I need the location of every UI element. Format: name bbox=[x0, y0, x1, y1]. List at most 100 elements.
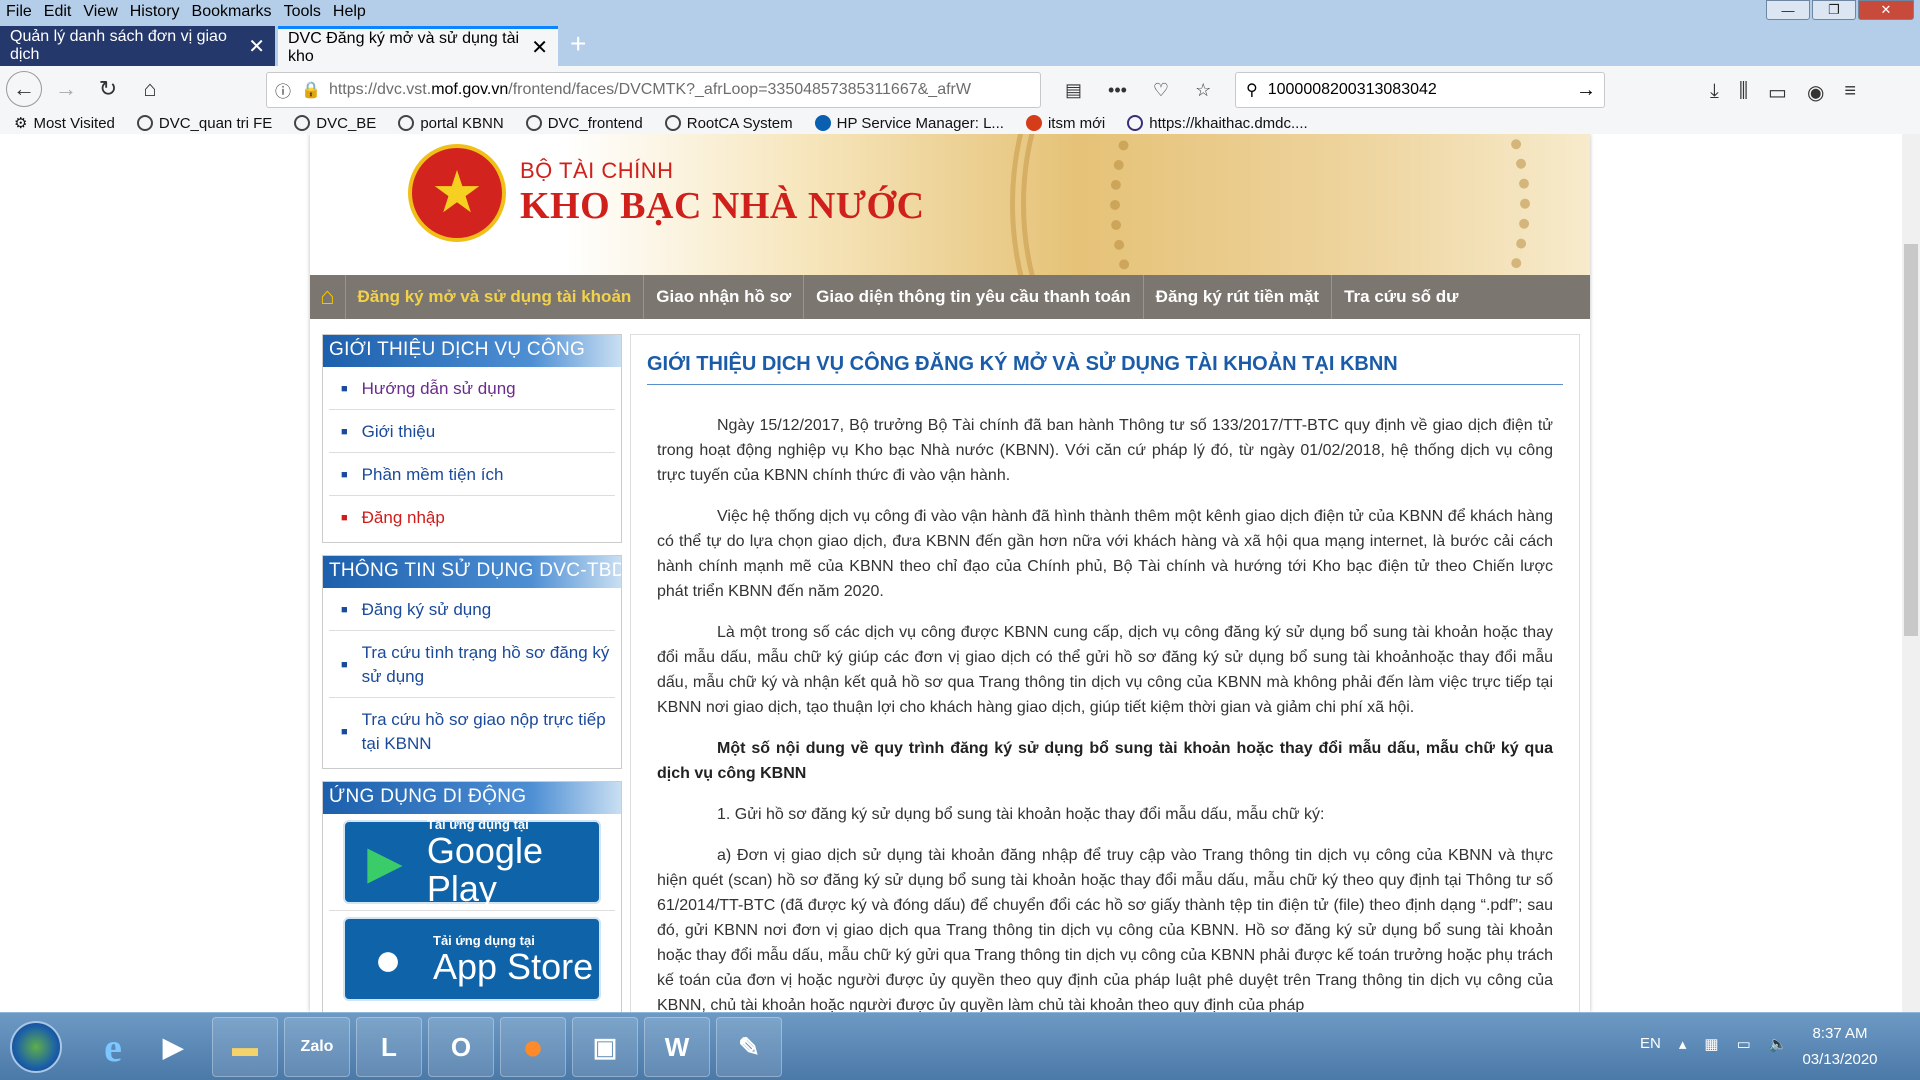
page-actions-icon[interactable]: ••• bbox=[1108, 80, 1127, 101]
bookmark-item[interactable]: DVC_BE bbox=[294, 115, 376, 132]
remote-desktop-icon[interactable]: ▣ bbox=[572, 1017, 638, 1077]
pocket-icon[interactable]: ♡ bbox=[1153, 80, 1169, 101]
sidebar-link-status-lookup[interactable]: ■ Tra cứu tình trạng hồ sơ đăng ký sử dụn… bbox=[329, 631, 615, 698]
lync-icon[interactable]: L bbox=[356, 1017, 422, 1077]
tray-expand-icon[interactable]: ▴ bbox=[1679, 1035, 1687, 1053]
page-viewport: ★ BỘ TÀI CHÍNH KHO BẠC NHÀ NƯỚC ⌂ Đăng k… bbox=[0, 134, 1902, 1012]
national-emblem-logo[interactable]: ★ bbox=[408, 144, 506, 242]
word-icon[interactable]: W bbox=[644, 1017, 710, 1077]
scrollbar-thumb[interactable] bbox=[1904, 244, 1918, 636]
paragraph: Việc hệ thống dịch vụ công đi vào vận hà… bbox=[657, 508, 1553, 600]
display-icon[interactable]: ▭ bbox=[1737, 1035, 1751, 1053]
app-store-button[interactable]: ● Tải ứng dụng tại App Store bbox=[343, 917, 601, 1001]
bookmark-item[interactable]: portal KBNN bbox=[398, 115, 504, 132]
menu-file[interactable]: File bbox=[6, 3, 32, 21]
hamburger-menu-icon[interactable]: ≡ bbox=[1844, 80, 1856, 105]
menu-bookmarks[interactable]: Bookmarks bbox=[192, 3, 272, 21]
paragraph: a) Đơn vị giao dịch sử dụng tài khoản đă… bbox=[657, 847, 1553, 1012]
nav-payment-request[interactable]: Giao diện thông tin yêu cầu thanh toán bbox=[803, 275, 1143, 319]
nav-receive-files[interactable]: Giao nhận hồ sơ bbox=[643, 275, 803, 319]
nav-balance-lookup[interactable]: Tra cứu số dư bbox=[1331, 275, 1470, 319]
sidebar-link-login[interactable]: ■ Đăng nhập bbox=[329, 496, 615, 538]
bullet-icon: ■ bbox=[341, 469, 348, 481]
tab-title: DVC Đăng ký mở và sử dụng tài kho bbox=[288, 29, 520, 65]
nav-register-account[interactable]: Đăng ký mở và sử dụng tài khoản bbox=[344, 275, 644, 319]
bookmark-label: DVC_BE bbox=[316, 114, 377, 132]
tab-manage-units[interactable]: Quản lý danh sách đơn vị giao dịch ✕ bbox=[0, 26, 275, 66]
sidebar-link-guide[interactable]: ■ Hướng dẫn sử dụng bbox=[329, 367, 615, 410]
bookmark-label: DVC_quan tri FE bbox=[158, 114, 273, 132]
bookmarks-toolbar: ⚙ Most Visited DVC_quan tri FE DVC_BE por… bbox=[0, 112, 1920, 134]
menu-edit[interactable]: Edit bbox=[44, 3, 72, 21]
vertical-scrollbar[interactable] bbox=[1902, 134, 1920, 1012]
ie-icon[interactable]: e bbox=[80, 1017, 146, 1077]
ministry-name: BỘ TÀI CHÍNH bbox=[520, 158, 674, 183]
back-arrow-icon[interactable]: ← bbox=[6, 71, 42, 107]
maximize-button[interactable]: ❐ bbox=[1812, 0, 1856, 20]
url-actions: ▤ ••• ♡ ☆ bbox=[1065, 80, 1237, 101]
forward-arrow-icon[interactable]: → bbox=[48, 71, 84, 107]
tab-dvc-active[interactable]: DVC Đăng ký mở và sử dụng tài kho ✕ bbox=[278, 26, 558, 66]
outlook-icon[interactable]: O bbox=[428, 1017, 494, 1077]
bookmark-item[interactable]: DVC_quan tri FE bbox=[136, 114, 273, 132]
bullet-icon: ■ bbox=[341, 426, 348, 438]
paint-icon[interactable]: ✎ bbox=[716, 1017, 782, 1077]
bookmark-star-icon[interactable]: ☆ bbox=[1195, 80, 1211, 101]
lock-icon[interactable]: 🔒 bbox=[301, 80, 321, 100]
menu-help[interactable]: Help bbox=[333, 3, 366, 21]
new-tab-icon[interactable]: + bbox=[570, 28, 586, 60]
link-label: Đăng ký sử dụng bbox=[361, 600, 492, 619]
zalo-icon[interactable]: Zalo bbox=[284, 1017, 350, 1077]
url-bar[interactable]: ⓘ 🔒 https://dvc.vst. mof.gov.vn/frontend/… bbox=[266, 72, 1041, 108]
info-icon[interactable]: ⓘ bbox=[275, 78, 291, 102]
minimize-button[interactable]: — bbox=[1766, 0, 1810, 20]
bookmark-item[interactable]: HP Service Manager: L... bbox=[814, 114, 1004, 132]
bookmark-item[interactable]: itsm mới bbox=[1025, 115, 1105, 132]
close-window-button[interactable]: ✕ bbox=[1858, 0, 1914, 20]
firefox-icon[interactable]: ● bbox=[500, 1017, 566, 1077]
media-player-icon[interactable]: ▶ bbox=[140, 1017, 206, 1077]
go-arrow-icon[interactable]: → bbox=[1576, 79, 1596, 102]
menu-history[interactable]: History bbox=[130, 3, 180, 21]
apple-icon: ● bbox=[374, 933, 402, 985]
store-text: Tải ứng dụng tại Google Play bbox=[427, 817, 599, 908]
menu-view[interactable]: View bbox=[83, 3, 117, 21]
gear-icon: ⚙ bbox=[14, 115, 28, 132]
nav-cash-withdrawal[interactable]: Đăng ký rút tiền mặt bbox=[1142, 275, 1331, 319]
sidebar-link-software[interactable]: ■ Phần mềm tiện ích bbox=[329, 453, 615, 496]
window-controls: — ❐ ✕ bbox=[1764, 0, 1914, 20]
download-icon[interactable]: ⤓ bbox=[1710, 80, 1719, 105]
sidebar-icon[interactable]: ▭ bbox=[1768, 80, 1787, 105]
bookmark-label: HP Service Manager: L... bbox=[836, 114, 1004, 132]
search-input[interactable]: 1000008200313083042 bbox=[1268, 81, 1437, 99]
file-explorer-icon[interactable]: ▬ bbox=[212, 1017, 278, 1077]
globe-icon bbox=[664, 115, 681, 131]
account-icon[interactable]: ◉ bbox=[1807, 80, 1824, 105]
sidebar-link-direct-lookup[interactable]: ■ Tra cứu hồ sơ giao nộp trực tiếp tại KB… bbox=[329, 698, 615, 764]
menu-tools[interactable]: Tools bbox=[284, 3, 321, 21]
reload-icon[interactable]: ↻ bbox=[90, 71, 126, 107]
home-icon[interactable]: ⌂ bbox=[132, 71, 168, 107]
library-icon[interactable]: ⫼ bbox=[1739, 80, 1748, 105]
volume-icon[interactable]: 🔈 bbox=[1769, 1035, 1788, 1053]
sidebar-link-intro[interactable]: ■ Giới thiệu bbox=[329, 410, 615, 453]
reader-view-icon[interactable]: ▤ bbox=[1065, 80, 1082, 101]
bookmark-item[interactable]: DVC_frontend bbox=[525, 115, 643, 132]
bookmark-label: Most Visited bbox=[33, 114, 115, 132]
search-bar[interactable]: ⚲ 1000008200313083042 → bbox=[1235, 72, 1605, 108]
clock[interactable]: 8:37 AM 03/13/2020 bbox=[1790, 1021, 1890, 1073]
bookmark-item[interactable]: https://khaithac.dmdc.... bbox=[1127, 114, 1308, 132]
network-icon[interactable]: ▦ bbox=[1704, 1035, 1718, 1053]
close-tab-icon[interactable]: ✕ bbox=[531, 35, 548, 60]
google-play-button[interactable]: ▶ Tải ứng dụng tại Google Play bbox=[343, 817, 601, 907]
language-indicator[interactable]: EN bbox=[1640, 1035, 1661, 1053]
start-button[interactable] bbox=[10, 1021, 62, 1073]
bookmark-label: https://khaithac.dmdc.... bbox=[1149, 114, 1308, 132]
bookmark-most-visited[interactable]: ⚙ Most Visited bbox=[14, 114, 115, 133]
sidebar-link-register[interactable]: ■ Đăng ký sử dụng bbox=[329, 588, 615, 631]
link-label: Tra cứu tình trạng hồ sơ đăng ký sử dụng bbox=[361, 643, 610, 686]
usage-heading: THÔNG TIN SỬ DỤNG DVC-TBDĐ bbox=[323, 556, 621, 588]
home-icon[interactable]: ⌂ bbox=[320, 283, 335, 311]
close-tab-icon[interactable]: ✕ bbox=[248, 34, 265, 59]
bookmark-item[interactable]: RootCA System bbox=[664, 115, 793, 132]
